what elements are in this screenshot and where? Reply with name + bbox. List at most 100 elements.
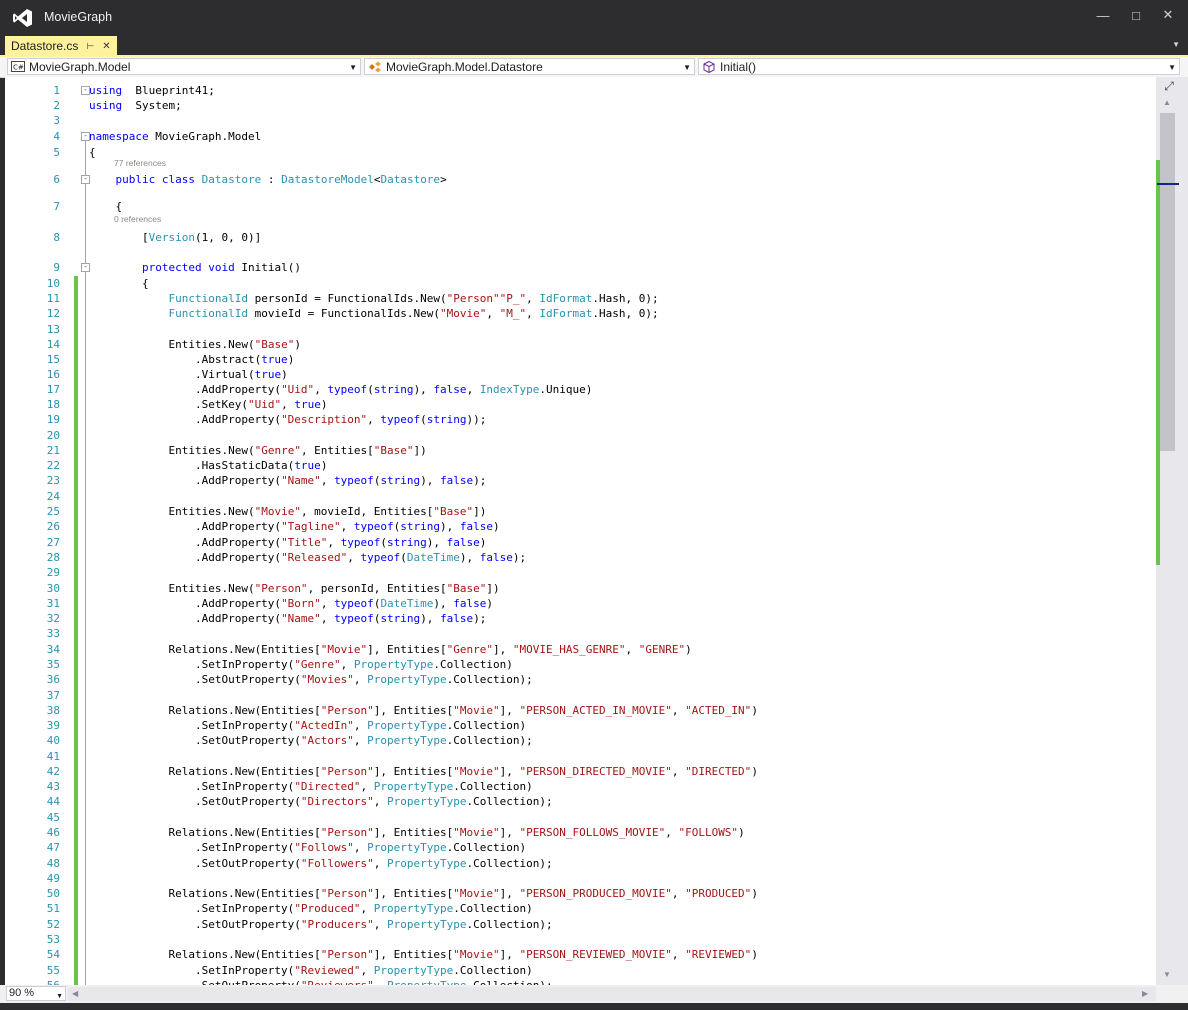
code-line[interactable]: 47 .SetInProperty("Follows", PropertyTyp… — [5, 840, 1156, 856]
code-line[interactable]: 35 .SetInProperty("Genre", PropertyType.… — [5, 657, 1156, 673]
collapse-toggle-icon[interactable]: - — [81, 175, 90, 184]
close-tab-icon[interactable]: ✕ — [102, 41, 110, 52]
code-line[interactable]: 46 Relations.New(Entities["Person"], Ent… — [5, 825, 1156, 841]
code-line[interactable]: 44 .SetOutProperty("Directors", Property… — [5, 794, 1156, 810]
scroll-down-arrow-icon[interactable]: ▼ — [1163, 970, 1171, 979]
code-line[interactable]: 13 — [5, 322, 1156, 338]
change-indicator — [74, 932, 78, 948]
code-line[interactable]: 1 using Blueprint41; — [5, 83, 1156, 99]
code-text: .AddProperty("Title", typeof(string), fa… — [89, 536, 487, 549]
collapse-toggle-icon[interactable]: - — [81, 132, 90, 141]
code-line[interactable]: 41 — [5, 749, 1156, 765]
code-line[interactable]: 7 { — [5, 199, 1156, 215]
code-line[interactable]: 20 — [5, 428, 1156, 444]
code-line[interactable]: 45 — [5, 810, 1156, 826]
pin-icon[interactable]: ⊢ — [86, 41, 94, 52]
code-line[interactable]: 15 .Abstract(true) — [5, 352, 1156, 368]
member-dropdown[interactable]: Initial() ▼ — [698, 58, 1180, 75]
code-line[interactable]: 53 — [5, 932, 1156, 948]
close-button[interactable]: ✕ — [1152, 0, 1184, 30]
code-line[interactable]: 16 .Virtual(true) — [5, 367, 1156, 383]
line-number: 38 — [46, 704, 60, 717]
code-line[interactable]: 10 { — [5, 276, 1156, 292]
code-line[interactable]: 50 Relations.New(Entities["Person"], Ent… — [5, 886, 1156, 902]
code-line[interactable]: 18 .SetKey("Uid", true) — [5, 397, 1156, 413]
code-line[interactable]: 29 — [5, 565, 1156, 581]
type-dropdown[interactable]: MovieGraph.Model.Datastore ▼ — [364, 58, 695, 75]
code-line[interactable]: 32 .AddProperty("Name", typeof(string), … — [5, 611, 1156, 627]
scroll-right-arrow-icon[interactable]: ▶ — [1142, 989, 1148, 998]
code-line[interactable]: 23 .AddProperty("Name", typeof(string), … — [5, 473, 1156, 489]
code-line[interactable]: 4 namespace MovieGraph.Model — [5, 129, 1156, 145]
code-line[interactable]: 49 — [5, 871, 1156, 887]
code-line[interactable]: 9 protected void Initial() — [5, 260, 1156, 276]
code-text: Relations.New(Entities["Person"], Entiti… — [89, 948, 758, 961]
change-indicator — [74, 749, 78, 765]
split-window-icon[interactable]: ⤢ — [1161, 78, 1177, 94]
line-number: 47 — [46, 841, 60, 854]
code-line[interactable]: 38 Relations.New(Entities["Person"], Ent… — [5, 703, 1156, 719]
code-line[interactable]: 25 Entities.New("Movie", movieId, Entiti… — [5, 504, 1156, 520]
tab-label: Datastore.cs — [11, 39, 79, 53]
code-line[interactable]: 55 .SetInProperty("Reviewed", PropertyTy… — [5, 963, 1156, 979]
code-line[interactable]: 31 .AddProperty("Born", typeof(DateTime)… — [5, 596, 1156, 612]
line-number: 1 — [53, 84, 60, 97]
code-line[interactable]: 3 — [5, 113, 1156, 129]
code-line[interactable]: 37 — [5, 688, 1156, 704]
code-line[interactable]: 11 FunctionalId personId = FunctionalIds… — [5, 291, 1156, 307]
code-line[interactable]: 40 .SetOutProperty("Actors", PropertyTyp… — [5, 733, 1156, 749]
tab-overflow-dropdown-icon[interactable]: ▼ — [1172, 40, 1180, 49]
minimize-button[interactable]: — — [1087, 0, 1119, 30]
project-dropdown[interactable]: C# MovieGraph.Model ▼ — [7, 58, 361, 75]
code-line[interactable]: 19 .AddProperty("Description", typeof(st… — [5, 412, 1156, 428]
code-line[interactable]: 2 using System; — [5, 98, 1156, 114]
code-line[interactable]: 56 .SetOutProperty("Reviewers", Property… — [5, 978, 1156, 985]
code-line[interactable]: 43 .SetInProperty("Directed", PropertyTy… — [5, 779, 1156, 795]
code-line[interactable]: 17 .AddProperty("Uid", typeof(string), f… — [5, 382, 1156, 398]
collapse-toggle-icon[interactable]: - — [81, 263, 90, 272]
line-number: 29 — [46, 566, 60, 579]
code-line[interactable]: 30 Entities.New("Person", personId, Enti… — [5, 581, 1156, 597]
line-number: 27 — [46, 536, 60, 549]
codelens-references[interactable]: 0 references — [114, 214, 161, 224]
code-line[interactable]: 26 .AddProperty("Tagline", typeof(string… — [5, 519, 1156, 535]
scrollbar-thumb[interactable] — [1160, 113, 1175, 451]
code-line[interactable]: 51 .SetInProperty("Produced", PropertyTy… — [5, 901, 1156, 917]
scroll-up-arrow-icon[interactable]: ▲ — [1163, 98, 1171, 107]
code-text: .SetInProperty("Follows", PropertyType.C… — [89, 841, 527, 854]
code-line[interactable]: 42 Relations.New(Entities["Person"], Ent… — [5, 764, 1156, 780]
code-line[interactable]: 52 .SetOutProperty("Producers", Property… — [5, 917, 1156, 933]
project-dropdown-value: MovieGraph.Model — [29, 59, 131, 74]
code-line[interactable]: 33 — [5, 626, 1156, 642]
code-editor[interactable]: 1 using Blueprint41; -2 using System; 3 4 name… — [5, 77, 1156, 985]
maximize-button[interactable]: □ — [1120, 0, 1152, 30]
tab-datastore-cs[interactable]: Datastore.cs ⊢ ✕ — [5, 36, 117, 56]
code-line[interactable]: 14 Entities.New("Base") — [5, 337, 1156, 353]
code-line[interactable]: 54 Relations.New(Entities["Person"], Ent… — [5, 947, 1156, 963]
code-line[interactable]: 22 .HasStaticData(true) — [5, 458, 1156, 474]
code-text: .SetInProperty("Produced", PropertyType.… — [89, 902, 533, 915]
line-number: 45 — [46, 811, 60, 824]
code-line[interactable]: 12 FunctionalId movieId = FunctionalIds.… — [5, 306, 1156, 322]
code-line[interactable]: 27 .AddProperty("Title", typeof(string),… — [5, 535, 1156, 551]
code-line[interactable]: 24 — [5, 489, 1156, 505]
scrollbar-change-marker — [1156, 160, 1160, 565]
code-line[interactable]: 8 [Version(1, 0, 0)] — [5, 230, 1156, 246]
code-line[interactable]: 34 Relations.New(Entities["Movie"], Enti… — [5, 642, 1156, 658]
code-line[interactable]: 5{ — [5, 145, 1156, 161]
code-line[interactable]: 39 .SetInProperty("ActedIn", PropertyTyp… — [5, 718, 1156, 734]
change-indicator — [74, 703, 78, 719]
line-number: 44 — [46, 795, 60, 808]
code-line[interactable]: 36 .SetOutProperty("Movies", PropertyTyp… — [5, 672, 1156, 688]
code-line[interactable]: 28 .AddProperty("Released", typeof(DateT… — [5, 550, 1156, 566]
change-indicator — [74, 794, 78, 810]
code-line[interactable]: 21 Entities.New("Genre", Entities["Base"… — [5, 443, 1156, 459]
scroll-left-arrow-icon[interactable]: ◀ — [72, 989, 78, 998]
collapse-toggle-icon[interactable]: - — [81, 86, 90, 95]
code-line[interactable]: 6 public class Datastore : DatastoreMode… — [5, 172, 1156, 188]
zoom-dropdown[interactable]: 90 % ▼ — [6, 986, 66, 1001]
codelens-references[interactable]: 77 references — [114, 158, 166, 168]
horizontal-scrollbar[interactable] — [68, 987, 1156, 1001]
code-text: .HasStaticData(true) — [89, 459, 328, 472]
code-line[interactable]: 48 .SetOutProperty("Followers", Property… — [5, 856, 1156, 872]
